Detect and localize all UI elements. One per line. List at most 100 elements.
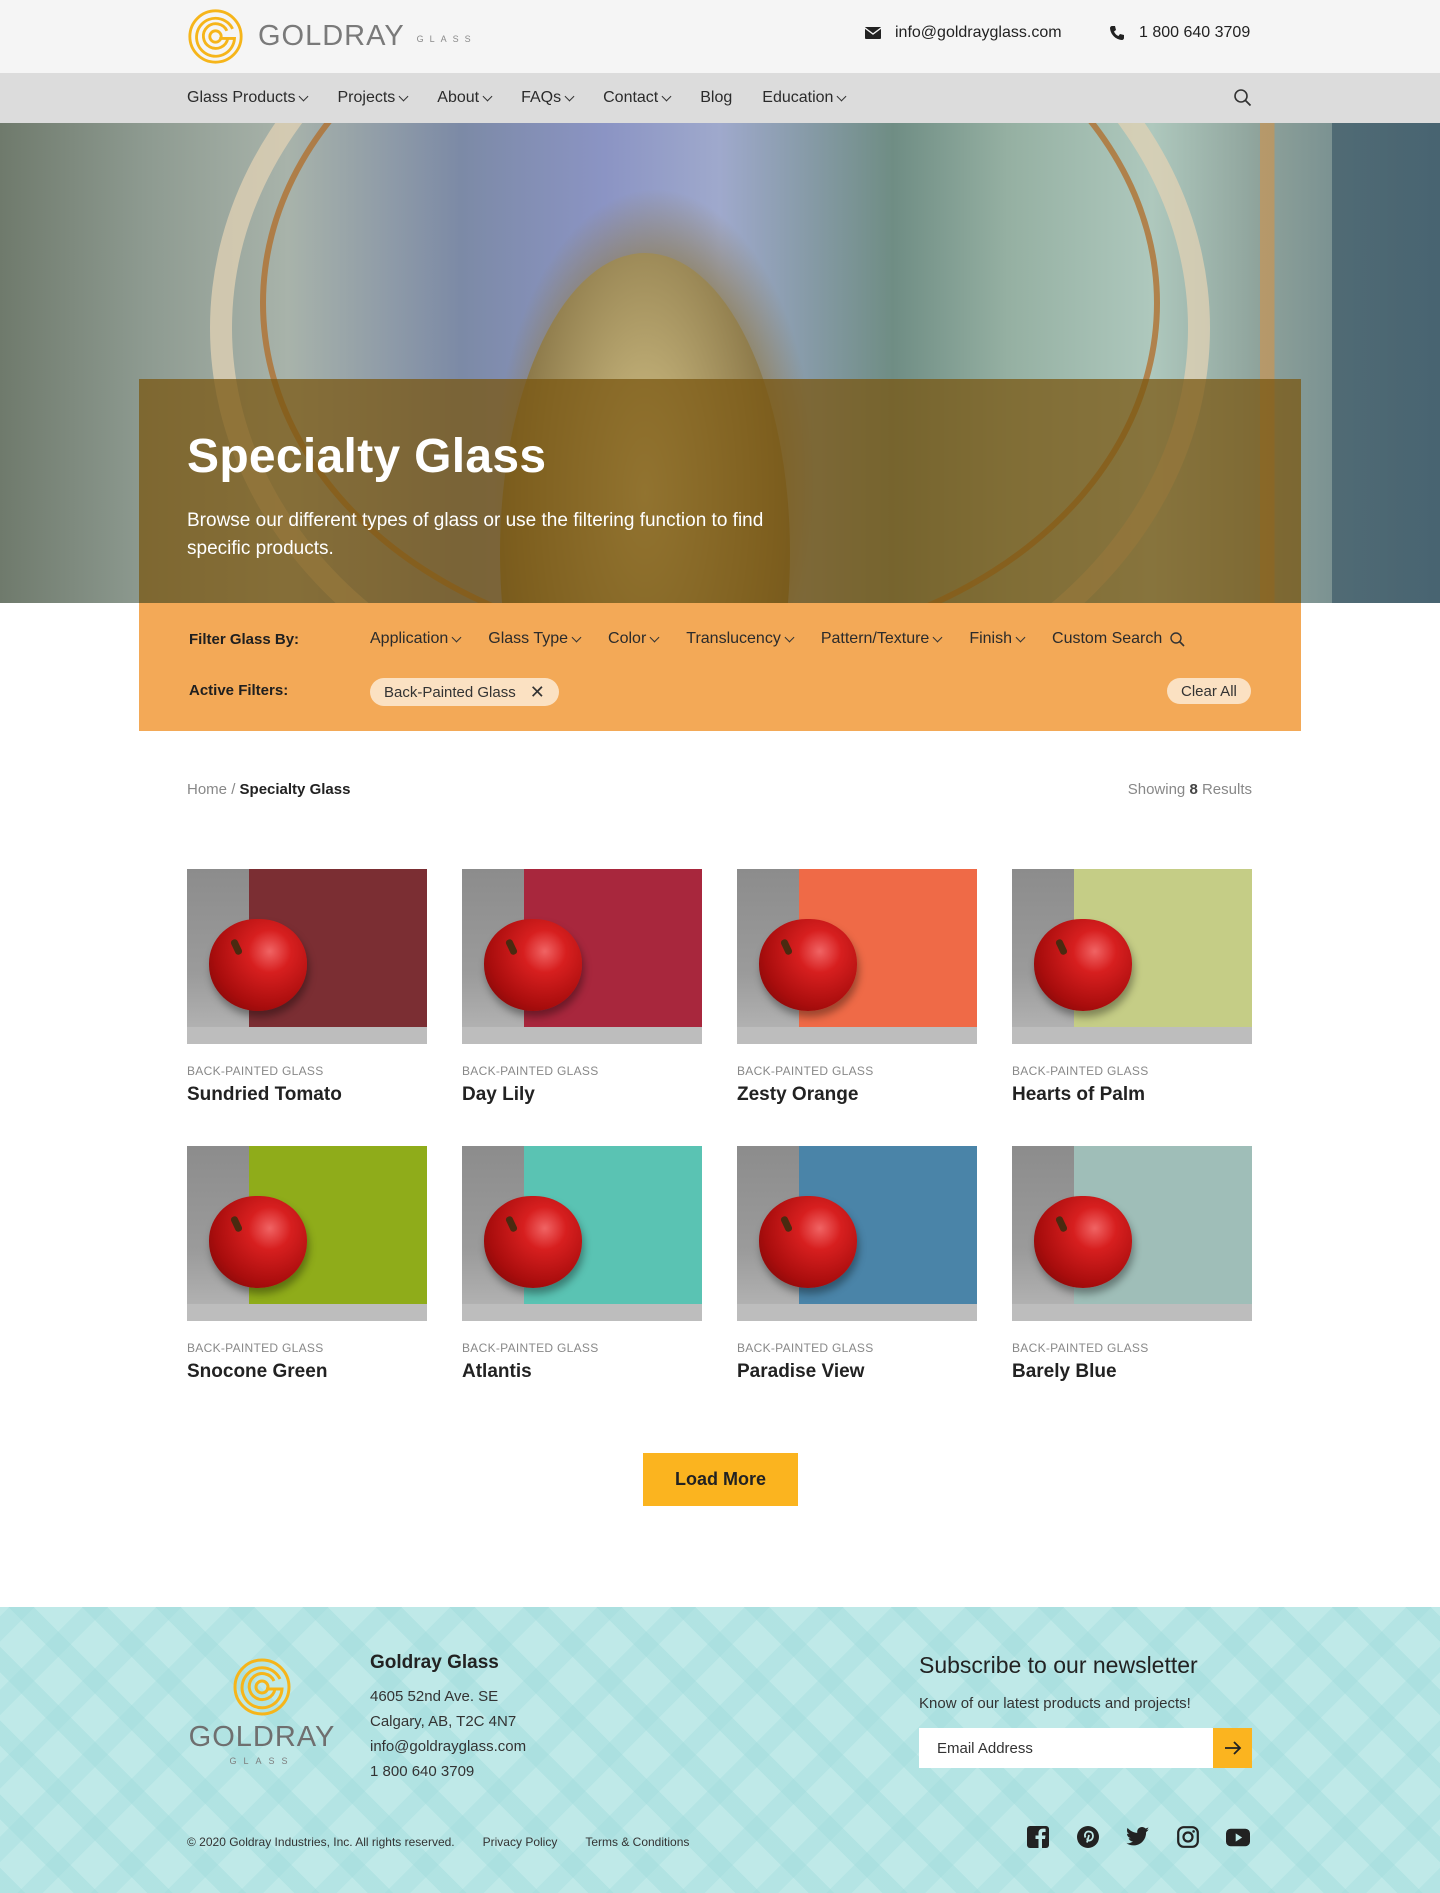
chevron-down-icon bbox=[784, 632, 795, 642]
brand-name: GOLDRAY bbox=[258, 20, 405, 52]
product-category: Back-Painted Glass bbox=[187, 1064, 324, 1078]
privacy-policy-link[interactable]: Privacy Policy bbox=[483, 1835, 558, 1849]
active-filter-chip[interactable]: Back-Painted Glass ✕ bbox=[370, 678, 559, 706]
footer-address-1: 4605 52nd Ave. SE bbox=[370, 1688, 499, 1705]
product-card[interactable]: Back-Painted Glass Atlantis bbox=[462, 1146, 702, 1423]
search-icon[interactable] bbox=[1233, 88, 1252, 107]
product-card[interactable]: Back-Painted Glass Barely Blue bbox=[1012, 1146, 1252, 1423]
hero-panel: Specialty Glass Browse our different typ… bbox=[139, 379, 1301, 603]
twitter-icon[interactable] bbox=[1126, 1825, 1150, 1849]
footer-legal: © 2020 Goldray Industries, Inc. All righ… bbox=[187, 1835, 717, 1849]
nav-item-about[interactable]: About bbox=[437, 89, 493, 107]
filter-custom-search[interactable]: Custom Search bbox=[1052, 630, 1185, 648]
filter-glass-type[interactable]: Glass Type bbox=[488, 630, 582, 648]
product-card[interactable]: Back-Painted Glass Zesty Orange bbox=[737, 869, 977, 1146]
header-phone[interactable]: 1 800 640 3709 bbox=[1109, 24, 1250, 42]
product-image[interactable] bbox=[187, 869, 427, 1044]
chevron-down-icon bbox=[299, 91, 309, 101]
filter-application[interactable]: Application bbox=[370, 630, 462, 648]
newsletter: Subscribe to our newsletter Know of our … bbox=[919, 1652, 1252, 1768]
nav-item-glass-products[interactable]: Glass Products bbox=[187, 89, 309, 107]
load-more-button[interactable]: Load More bbox=[643, 1453, 798, 1506]
nav-item-projects[interactable]: Projects bbox=[337, 89, 409, 107]
product-image[interactable] bbox=[462, 869, 702, 1044]
filter-color[interactable]: Color bbox=[608, 630, 660, 648]
top-bar: GOLDRAY GLASS info@goldrayglass.com 1 80… bbox=[0, 0, 1440, 73]
product-category: Back-Painted Glass bbox=[462, 1064, 599, 1078]
footer-brand-sub: GLASS bbox=[229, 1756, 295, 1766]
filter-list: Application Glass Type Color Translucenc… bbox=[370, 630, 1213, 648]
nav-item-blog[interactable]: Blog bbox=[700, 89, 732, 107]
chevron-down-icon bbox=[571, 632, 582, 642]
footer-logo[interactable]: GOLDRAY GLASS bbox=[187, 1657, 337, 1766]
close-icon[interactable]: ✕ bbox=[530, 683, 545, 701]
newsletter-submit-button[interactable] bbox=[1213, 1728, 1252, 1768]
brand-sub: GLASS bbox=[416, 33, 477, 44]
nav-item-contact[interactable]: Contact bbox=[603, 89, 672, 107]
filter-pattern-texture[interactable]: Pattern/Texture bbox=[821, 630, 943, 648]
pinterest-icon[interactable] bbox=[1076, 1825, 1100, 1849]
apple-image bbox=[759, 1196, 857, 1288]
envelope-icon bbox=[865, 27, 881, 39]
chevron-down-icon bbox=[649, 632, 660, 642]
product-card[interactable]: Back-Painted Glass Hearts of Palm bbox=[1012, 869, 1252, 1146]
product-card[interactable]: Back-Painted Glass Sundried Tomato bbox=[187, 869, 427, 1146]
chevron-down-icon bbox=[1015, 632, 1026, 642]
facebook-icon[interactable] bbox=[1026, 1825, 1050, 1849]
active-filter-label: Back-Painted Glass bbox=[384, 683, 516, 701]
product-card[interactable]: Back-Painted Glass Paradise View bbox=[737, 1146, 977, 1423]
chevron-down-icon bbox=[398, 91, 409, 101]
footer-phone[interactable]: 1 800 640 3709 bbox=[370, 1759, 526, 1784]
product-card[interactable]: Back-Painted Glass Snocone Green bbox=[187, 1146, 427, 1423]
product-name[interactable]: Zesty Orange bbox=[737, 1084, 977, 1106]
header-phone-text: 1 800 640 3709 bbox=[1139, 24, 1251, 41]
apple-image bbox=[484, 1196, 582, 1288]
product-image[interactable] bbox=[1012, 1146, 1252, 1321]
nav-list: Glass Products Projects About FAQs Conta… bbox=[187, 89, 875, 107]
apple-image bbox=[209, 919, 307, 1011]
product-image[interactable] bbox=[187, 1146, 427, 1321]
clear-all-button[interactable]: Clear All bbox=[1167, 678, 1251, 704]
footer-email[interactable]: info@goldrayglass.com bbox=[370, 1734, 526, 1759]
product-image[interactable] bbox=[1012, 869, 1252, 1044]
filter-finish[interactable]: Finish bbox=[969, 630, 1026, 648]
page-title: Specialty Glass bbox=[187, 430, 547, 483]
instagram-icon[interactable] bbox=[1176, 1825, 1200, 1849]
chevron-down-icon bbox=[482, 91, 493, 101]
footer-brand-name: GOLDRAY bbox=[188, 1721, 336, 1753]
product-category: Back-Painted Glass bbox=[462, 1341, 599, 1355]
product-image[interactable] bbox=[462, 1146, 702, 1321]
header-email[interactable]: info@goldrayglass.com bbox=[865, 24, 1062, 42]
terms-link[interactable]: Terms & Conditions bbox=[585, 1835, 689, 1849]
product-name[interactable]: Day Lily bbox=[462, 1084, 702, 1106]
breadcrumb-home[interactable]: Home bbox=[187, 781, 227, 798]
product-card[interactable]: Back-Painted Glass Day Lily bbox=[462, 869, 702, 1146]
filter-translucency[interactable]: Translucency bbox=[686, 630, 795, 648]
newsletter-description: Know of our latest products and projects… bbox=[919, 1695, 1191, 1712]
product-category: Back-Painted Glass bbox=[1012, 1064, 1149, 1078]
product-name[interactable]: Snocone Green bbox=[187, 1361, 427, 1383]
product-category: Back-Painted Glass bbox=[187, 1341, 324, 1355]
newsletter-email-input[interactable] bbox=[919, 1728, 1213, 1768]
header-email-text: info@goldrayglass.com bbox=[895, 24, 1062, 41]
product-name[interactable]: Atlantis bbox=[462, 1361, 702, 1383]
goldray-logo-icon bbox=[188, 9, 243, 64]
apple-image bbox=[1034, 919, 1132, 1011]
product-name[interactable]: Paradise View bbox=[737, 1361, 977, 1383]
brand-logo[interactable]: GOLDRAY GLASS bbox=[187, 8, 477, 65]
product-image[interactable] bbox=[737, 1146, 977, 1321]
nav-item-faqs[interactable]: FAQs bbox=[521, 89, 575, 107]
results-count: Showing 8 Results bbox=[1127, 781, 1252, 798]
youtube-icon[interactable] bbox=[1226, 1825, 1250, 1849]
apple-image bbox=[209, 1196, 307, 1288]
nav-item-education[interactable]: Education bbox=[762, 89, 847, 107]
footer-company-name: Goldray Glass bbox=[370, 1652, 499, 1673]
product-name[interactable]: Barely Blue bbox=[1012, 1361, 1252, 1383]
hero-banner: Specialty Glass Browse our different typ… bbox=[0, 123, 1440, 603]
product-name[interactable]: Hearts of Palm bbox=[1012, 1084, 1252, 1106]
product-category: Back-Painted Glass bbox=[737, 1341, 874, 1355]
chevron-down-icon bbox=[837, 91, 847, 101]
product-name[interactable]: Sundried Tomato bbox=[187, 1084, 427, 1106]
breadcrumb-current: Specialty Glass bbox=[239, 781, 351, 798]
product-image[interactable] bbox=[737, 869, 977, 1044]
